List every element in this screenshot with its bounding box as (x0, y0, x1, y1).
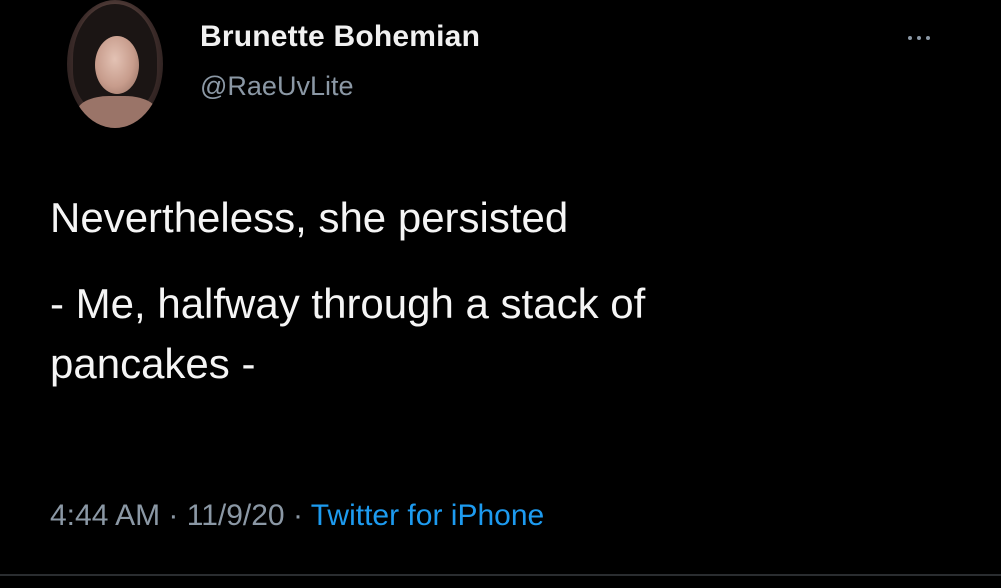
tweet-date[interactable]: 11/9/20 (187, 499, 285, 532)
divider (0, 574, 1001, 576)
avatar[interactable] (67, 0, 163, 128)
avatar-face (95, 36, 139, 94)
dot (926, 36, 930, 40)
dot (917, 36, 921, 40)
tweet-text: Nevertheless, she persisted - Me, halfwa… (50, 188, 950, 394)
avatar-shoulders (77, 96, 157, 128)
tweet-line: Nevertheless, she persisted (50, 194, 569, 241)
meta-separator: · (284, 499, 311, 532)
tweet-source-link[interactable]: Twitter for iPhone (311, 499, 544, 532)
author-handle[interactable]: @RaeUvLite (200, 71, 353, 102)
tweet-line: - Me, halfway through a stack of (50, 280, 646, 327)
tweet-meta: 4:44 AM · 11/9/20 · Twitter for iPhone (50, 499, 544, 533)
more-options-icon[interactable] (908, 28, 948, 48)
tweet-time[interactable]: 4:44 AM (50, 499, 160, 532)
meta-separator: · (160, 499, 187, 532)
tweet-line: pancakes - (50, 340, 256, 387)
tweet-card: Brunette Bohemian @RaeUvLite Nevertheles… (0, 0, 1001, 588)
dot (908, 36, 912, 40)
author-name[interactable]: Brunette Bohemian (200, 20, 480, 54)
